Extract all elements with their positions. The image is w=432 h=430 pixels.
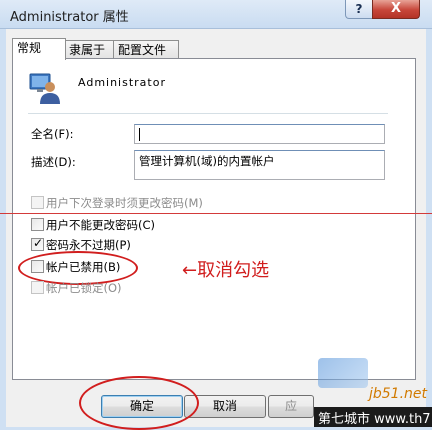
help-button[interactable]: ? bbox=[345, 0, 373, 19]
checkbox-label: 用户下次登录时须更改密码(M) bbox=[46, 196, 203, 210]
check-mark-icon: ✓ bbox=[33, 236, 44, 250]
window-title: Administrator 属性 bbox=[10, 10, 129, 25]
annotation-uncheck-text: ←取消勾选 bbox=[182, 260, 270, 281]
watermark-logo bbox=[318, 358, 368, 388]
apply-button[interactable]: 应 bbox=[268, 395, 314, 418]
user-name: Administrator bbox=[78, 76, 166, 89]
checkbox-box[interactable] bbox=[31, 196, 44, 209]
description-label: 描述(D): bbox=[31, 155, 76, 169]
description-input[interactable]: 管理计算机(域)的内置帐户 bbox=[134, 150, 385, 180]
annotation-circle-ok bbox=[79, 376, 199, 430]
fullname-label: 全名(F): bbox=[31, 127, 74, 141]
close-button[interactable]: X bbox=[372, 0, 420, 19]
checkbox-label: 帐户已锁定(O) bbox=[46, 281, 122, 295]
checkbox-box[interactable] bbox=[31, 281, 44, 294]
watermark-brand: 第七城市 www.th7.cn bbox=[318, 412, 432, 427]
watermark-banner: 第七城市 www.th7.cn bbox=[314, 407, 432, 427]
fullname-input[interactable] bbox=[134, 124, 385, 144]
watermark-site: jb51.net bbox=[369, 386, 428, 402]
tab-general[interactable]: 常规 bbox=[12, 38, 66, 60]
title-bar: Administrator 属性 ? X bbox=[0, 0, 432, 29]
tab-member-of[interactable]: 隶属于 bbox=[64, 40, 116, 59]
checkbox-box[interactable]: ✓ bbox=[31, 236, 44, 251]
checkbox-label: 用户不能更改密码(C) bbox=[46, 218, 156, 232]
checkbox-box[interactable] bbox=[31, 218, 44, 231]
user-icon bbox=[29, 73, 60, 104]
tab-profile[interactable]: 配置文件 bbox=[113, 40, 179, 59]
text-caret bbox=[139, 128, 140, 141]
annotation-red-line bbox=[0, 213, 432, 214]
separator bbox=[28, 113, 388, 114]
